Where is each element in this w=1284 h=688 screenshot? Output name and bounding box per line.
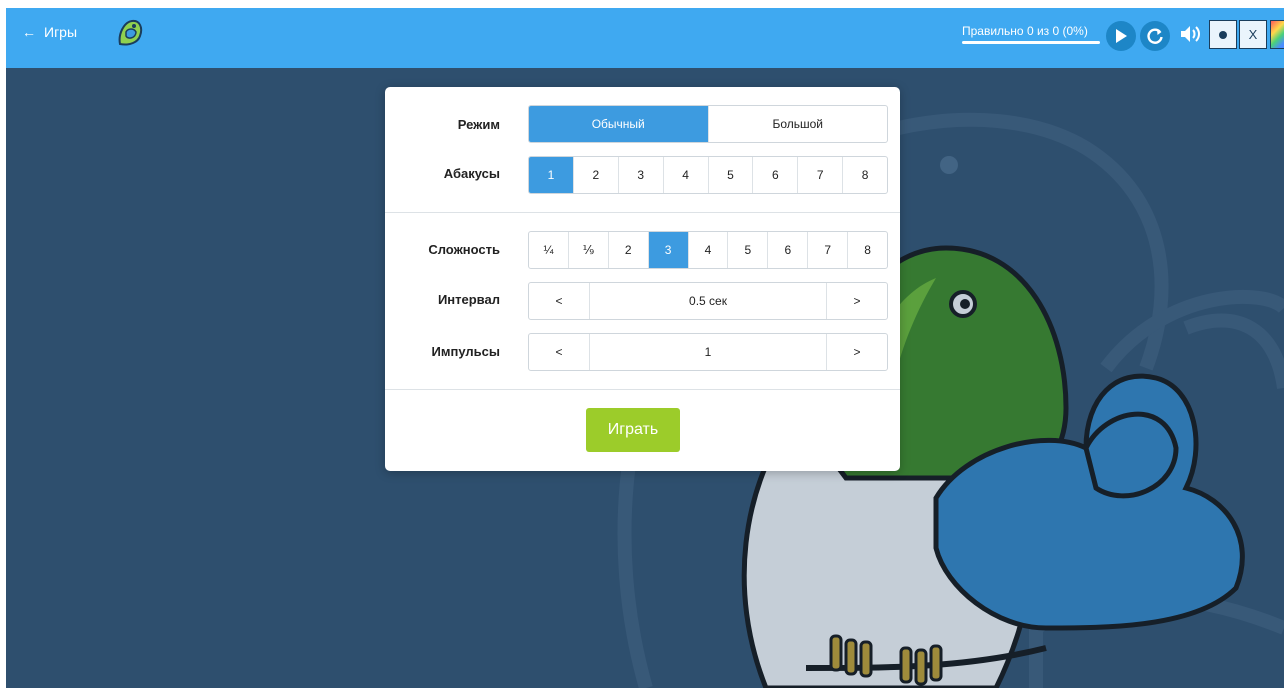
mode-selector: Обычный Большой	[528, 105, 888, 143]
back-arrow-icon: ←	[22, 24, 36, 40]
abacus-option[interactable]: 3	[617, 157, 663, 193]
interval-stepper: < 0.5 сек >	[528, 282, 888, 320]
play-icon	[1116, 29, 1127, 43]
interval-decrease-button[interactable]: <	[529, 283, 589, 319]
score-progress-bar	[962, 41, 1100, 44]
difficulty-option[interactable]: 3	[647, 232, 688, 268]
mode-label: Режим	[457, 117, 500, 132]
abacus-option[interactable]: 5	[707, 157, 753, 193]
back-label: Игры	[44, 24, 78, 40]
difficulty-option[interactable]: 2	[607, 232, 648, 268]
interval-value: 0.5 сек	[589, 283, 827, 319]
dot-button[interactable]	[1209, 20, 1237, 49]
speaker-icon[interactable]	[1179, 24, 1201, 44]
difficulty-option[interactable]: 4	[687, 232, 728, 268]
stop-label: X	[1248, 27, 1258, 42]
back-to-games-link[interactable]: ← Игры	[22, 22, 77, 42]
abacus-selector: 1 2 3 4 5 6 7 8	[528, 156, 888, 194]
abacus-option[interactable]: 4	[662, 157, 708, 193]
parrot-logo-icon[interactable]	[116, 18, 144, 48]
impulses-decrease-button[interactable]: <	[529, 334, 589, 370]
dot-icon	[1219, 30, 1227, 39]
play-button[interactable]	[1106, 21, 1136, 51]
difficulty-selector: ¼ ⅑ 2 3 4 5 6 7 8	[528, 231, 888, 269]
impulses-value: 1	[589, 334, 827, 370]
top-bar: ← Игры Правильно 0 из 0 (0%) X	[6, 8, 1284, 68]
interval-label: Интервал	[437, 292, 500, 307]
restart-button[interactable]	[1140, 21, 1170, 51]
impulses-stepper: < 1 >	[528, 333, 888, 371]
difficulty-option[interactable]: 8	[847, 232, 887, 268]
abacus-label: Абакусы	[443, 166, 500, 181]
play-game-button[interactable]: Играть	[586, 408, 680, 452]
score-text: Правильно 0 из 0 (0%)	[962, 24, 1088, 38]
abacus-option[interactable]: 1	[529, 157, 573, 193]
stop-button[interactable]: X	[1239, 20, 1267, 49]
abacus-option[interactable]: 6	[752, 157, 797, 193]
abacus-option[interactable]: 2	[572, 157, 618, 193]
interval-increase-button[interactable]: >	[827, 283, 887, 319]
difficulty-option[interactable]: 7	[807, 232, 847, 268]
impulses-label: Импульсы	[431, 344, 500, 359]
abacus-option[interactable]: 7	[797, 157, 842, 193]
difficulty-option[interactable]: ⅑	[567, 232, 608, 268]
section-divider	[385, 389, 900, 390]
difficulty-option[interactable]: ¼	[529, 232, 568, 268]
mode-option-normal[interactable]: Обычный	[529, 106, 708, 142]
settings-card: Режим Обычный Большой Абакусы 1 2 3 4 5 …	[385, 87, 900, 471]
difficulty-label: Сложность	[428, 242, 500, 257]
difficulty-option[interactable]: 5	[727, 232, 767, 268]
abacus-option[interactable]: 8	[842, 157, 887, 193]
section-divider	[385, 212, 900, 213]
palette-icon[interactable]	[1270, 20, 1284, 49]
mode-option-large[interactable]: Большой	[707, 106, 888, 142]
difficulty-option[interactable]: 6	[767, 232, 807, 268]
impulses-increase-button[interactable]: >	[827, 334, 887, 370]
restart-icon	[1147, 28, 1163, 44]
